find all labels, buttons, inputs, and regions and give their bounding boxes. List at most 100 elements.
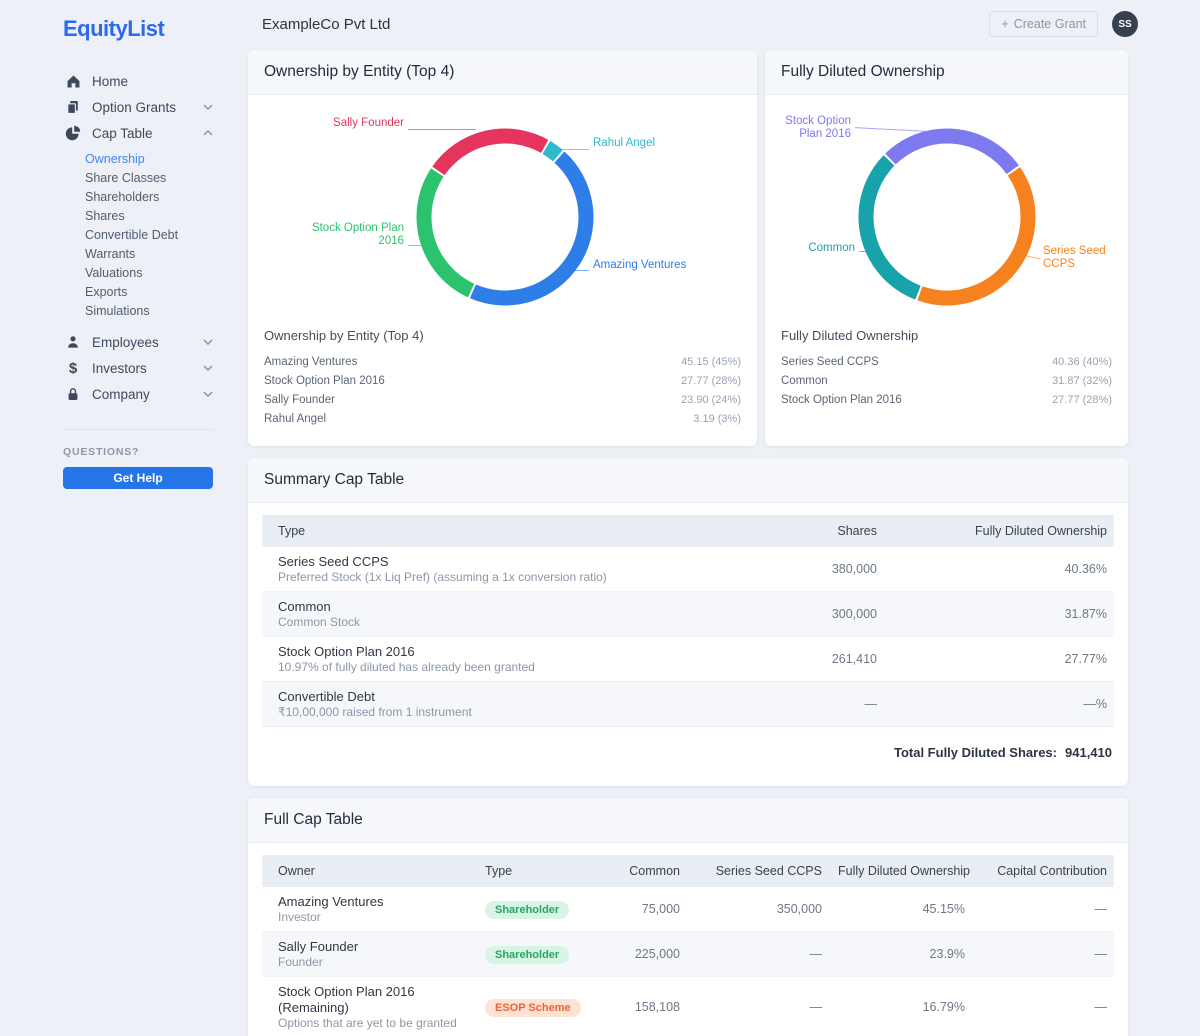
sidebar-item-employees[interactable]: Employees <box>63 329 213 355</box>
full-cap-table: Owner Type Common Series Seed CCPS Fully… <box>262 855 1114 1036</box>
pie-label-stock-option-plan: Stock Option Plan 2016 <box>771 115 851 140</box>
pie-label-amazing-ventures: Amazing Ventures <box>593 259 686 272</box>
fully-diluted-ownership-card: Fully Diluted Ownership Stock Option Pla… <box>765 50 1128 446</box>
sidebar-item-company[interactable]: Company <box>63 381 213 407</box>
sidebar-divider <box>63 429 213 430</box>
full-cap-table-card: Full Cap Table Owner Type Common Series … <box>248 798 1128 1036</box>
dollar-icon: $ <box>63 358 83 378</box>
chevron-down-icon <box>203 365 213 371</box>
charts-row: Ownership by Entity (Top 4) Sally Founde… <box>248 50 1128 446</box>
pie-leader-line <box>408 245 425 246</box>
person-icon <box>63 332 83 352</box>
avatar[interactable]: SS <box>1112 11 1138 37</box>
pie-leader-line <box>859 251 875 252</box>
summary-cap-table-card: Summary Cap Table Type Shares Fully Dilu… <box>248 458 1128 786</box>
column-fdo: Fully Diluted Ownership <box>885 515 1114 547</box>
legend-row: Sally Founder 23.90 (24%) <box>264 390 741 409</box>
create-grant-button[interactable]: + Create Grant <box>989 11 1098 37</box>
cap-table-subnav: Ownership Share Classes Shareholders Sha… <box>85 150 213 321</box>
pie-label-common: Common <box>808 242 855 255</box>
legend-row: Rahul Angel 3.19 (3%) <box>264 409 741 428</box>
table-row: Series Seed CCPS Preferred Stock (1x Liq… <box>262 547 1114 592</box>
column-owner: Owner <box>262 855 477 887</box>
column-type: Type <box>477 855 612 887</box>
table-row: Common Common Stock 300,000 31.87% <box>262 592 1114 637</box>
pie-label-rahul-angel: Rahul Angel <box>593 137 655 150</box>
column-fdo: Fully Diluted Ownership <box>830 855 973 887</box>
card-title: Full Cap Table <box>264 811 1112 829</box>
pie-label-sally-founder: Sally Founder <box>333 117 404 130</box>
sidebar-item-share-classes[interactable]: Share Classes <box>85 169 213 188</box>
questions-label: QUESTIONS? <box>63 446 213 458</box>
status-badge: ESOP Scheme <box>485 999 581 1017</box>
sidebar-item-shareholders[interactable]: Shareholders <box>85 188 213 207</box>
legend-row: Stock Option Plan 2016 27.77 (28%) <box>264 371 741 390</box>
card-header: Full Cap Table <box>248 798 1128 843</box>
sidebar-item-warrants[interactable]: Warrants <box>85 245 213 264</box>
sidebar: EquityList Home Option Grants Cap Table … <box>0 0 238 1036</box>
legend-row: Series Seed CCPS 40.36 (40%) <box>781 352 1112 371</box>
fully-diluted-donut-chart: Stock Option Plan 2016 Common Series See… <box>765 95 1128 328</box>
sidebar-item-home[interactable]: Home <box>63 68 213 94</box>
lock-icon <box>63 384 83 404</box>
table-row: Stock Option Plan 2016 10.97% of fully d… <box>262 637 1114 682</box>
chevron-down-icon <box>203 104 213 110</box>
table-row: Sally Founder Founder Shareholder 225,00… <box>262 932 1114 977</box>
pie-icon <box>63 123 83 143</box>
legend-row: Amazing Ventures 45.15 (45%) <box>264 352 741 371</box>
pie-leader-line <box>572 270 589 271</box>
grants-icon <box>63 97 83 117</box>
card-header: Fully Diluted Ownership <box>765 50 1128 95</box>
column-ccps: Series Seed CCPS <box>688 855 830 887</box>
card-header: Ownership by Entity (Top 4) <box>248 50 757 95</box>
table-header-row: Type Shares Fully Diluted Ownership <box>262 515 1114 547</box>
pie-label-stock-option-plan: Stock Option Plan 2016 <box>294 222 404 247</box>
legend-row: Common 31.87 (32%) <box>781 371 1112 390</box>
home-icon <box>63 71 83 91</box>
sidebar-item-convertible-debt[interactable]: Convertible Debt <box>85 226 213 245</box>
sidebar-item-investors[interactable]: $ Investors <box>63 355 213 381</box>
summary-cap-table: Type Shares Fully Diluted Ownership Seri… <box>262 515 1114 727</box>
card-title: Summary Cap Table <box>264 471 1112 489</box>
sidebar-item-cap-table[interactable]: Cap Table <box>63 120 213 146</box>
column-common: Common <box>612 855 688 887</box>
sidebar-item-ownership[interactable]: Ownership <box>85 150 213 169</box>
fully-diluted-legend: Fully Diluted Ownership Series Seed CCPS… <box>765 328 1128 427</box>
company-name: ExampleCo Pvt Ltd <box>262 16 390 33</box>
sidebar-item-option-grants[interactable]: Option Grants <box>63 94 213 120</box>
legend-title: Ownership by Entity (Top 4) <box>264 328 741 343</box>
get-help-button[interactable]: Get Help <box>63 467 213 489</box>
table-header-row: Owner Type Common Series Seed CCPS Fully… <box>262 855 1114 887</box>
total-fully-diluted-shares: Total Fully Diluted Shares:941,410 <box>248 727 1128 786</box>
status-badge: Shareholder <box>485 946 569 964</box>
pie-label-series-seed-ccps: Series Seed CCPS <box>1043 245 1113 270</box>
card-title: Fully Diluted Ownership <box>781 63 1112 81</box>
sidebar-item-shares[interactable]: Shares <box>85 207 213 226</box>
legend-row: Stock Option Plan 2016 27.77 (28%) <box>781 390 1112 409</box>
donut-chart-svg[interactable] <box>248 95 757 328</box>
main-content: ExampleCo Pvt Ltd + Create Grant SS Owne… <box>238 0 1200 1036</box>
sidebar-item-exports[interactable]: Exports <box>85 283 213 302</box>
ownership-legend: Ownership by Entity (Top 4) Amazing Vent… <box>248 328 757 446</box>
pie-leader-line <box>408 129 476 130</box>
sidebar-item-valuations[interactable]: Valuations <box>85 264 213 283</box>
chevron-up-icon <box>203 130 213 136</box>
chevron-down-icon <box>203 391 213 397</box>
topbar: ExampleCo Pvt Ltd + Create Grant SS <box>248 0 1138 48</box>
app-logo[interactable]: EquityList <box>63 16 213 42</box>
card-header: Summary Cap Table <box>248 458 1128 503</box>
chevron-down-icon <box>203 339 213 345</box>
table-row: Stock Option Plan 2016 (Remaining) Optio… <box>262 977 1114 1036</box>
sidebar-item-simulations[interactable]: Simulations <box>85 302 213 321</box>
column-type: Type <box>262 515 702 547</box>
ownership-by-entity-card: Ownership by Entity (Top 4) Sally Founde… <box>248 50 757 446</box>
table-row: Convertible Debt ₹10,00,000 raised from … <box>262 682 1114 727</box>
pie-leader-line <box>556 149 589 150</box>
table-row: Amazing Ventures Investor Shareholder 75… <box>262 887 1114 932</box>
column-shares: Shares <box>702 515 885 547</box>
legend-title: Fully Diluted Ownership <box>781 328 1112 343</box>
status-badge: Shareholder <box>485 901 569 919</box>
ownership-donut-chart: Sally Founder Rahul Angel Stock Option P… <box>248 95 757 328</box>
column-capital: Capital Contribution <box>973 855 1114 887</box>
card-title: Ownership by Entity (Top 4) <box>264 63 741 81</box>
